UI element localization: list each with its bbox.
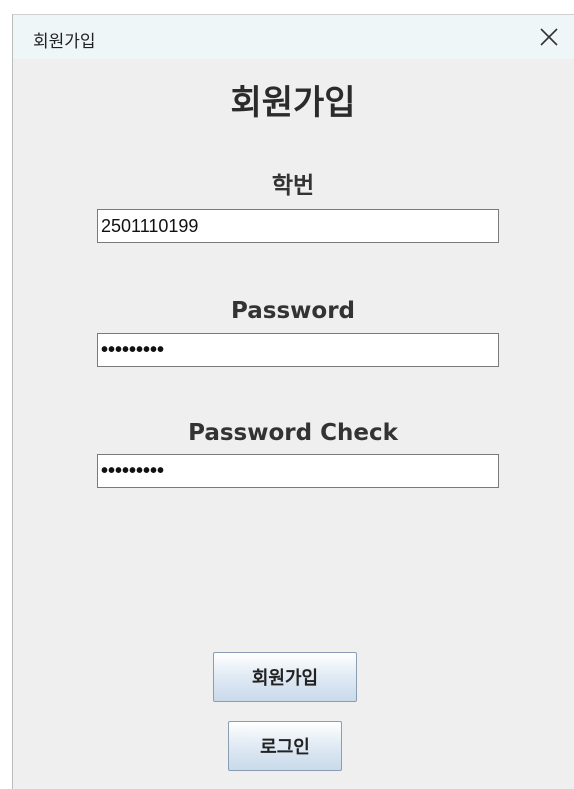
close-icon[interactable]: [539, 27, 559, 47]
password-check-input[interactable]: •••••••••: [97, 454, 499, 488]
password-check-label: Password Check: [188, 420, 398, 446]
password-label: Password: [231, 298, 355, 324]
page-title: 회원가입: [230, 83, 356, 123]
window-title: 회원가입: [33, 32, 96, 52]
student-id-label: 학번: [271, 173, 315, 199]
student-id-input[interactable]: [97, 209, 499, 243]
signup-window: 회원가입 회원가입 학번 Password ••••••••• Password…: [12, 14, 574, 789]
close-button[interactable]: [524, 15, 574, 59]
password-input[interactable]: •••••••••: [97, 333, 499, 367]
login-button[interactable]: 로그인: [228, 721, 342, 771]
signup-button[interactable]: 회원가입: [213, 652, 357, 702]
title-bar[interactable]: 회원가입: [13, 15, 574, 59]
